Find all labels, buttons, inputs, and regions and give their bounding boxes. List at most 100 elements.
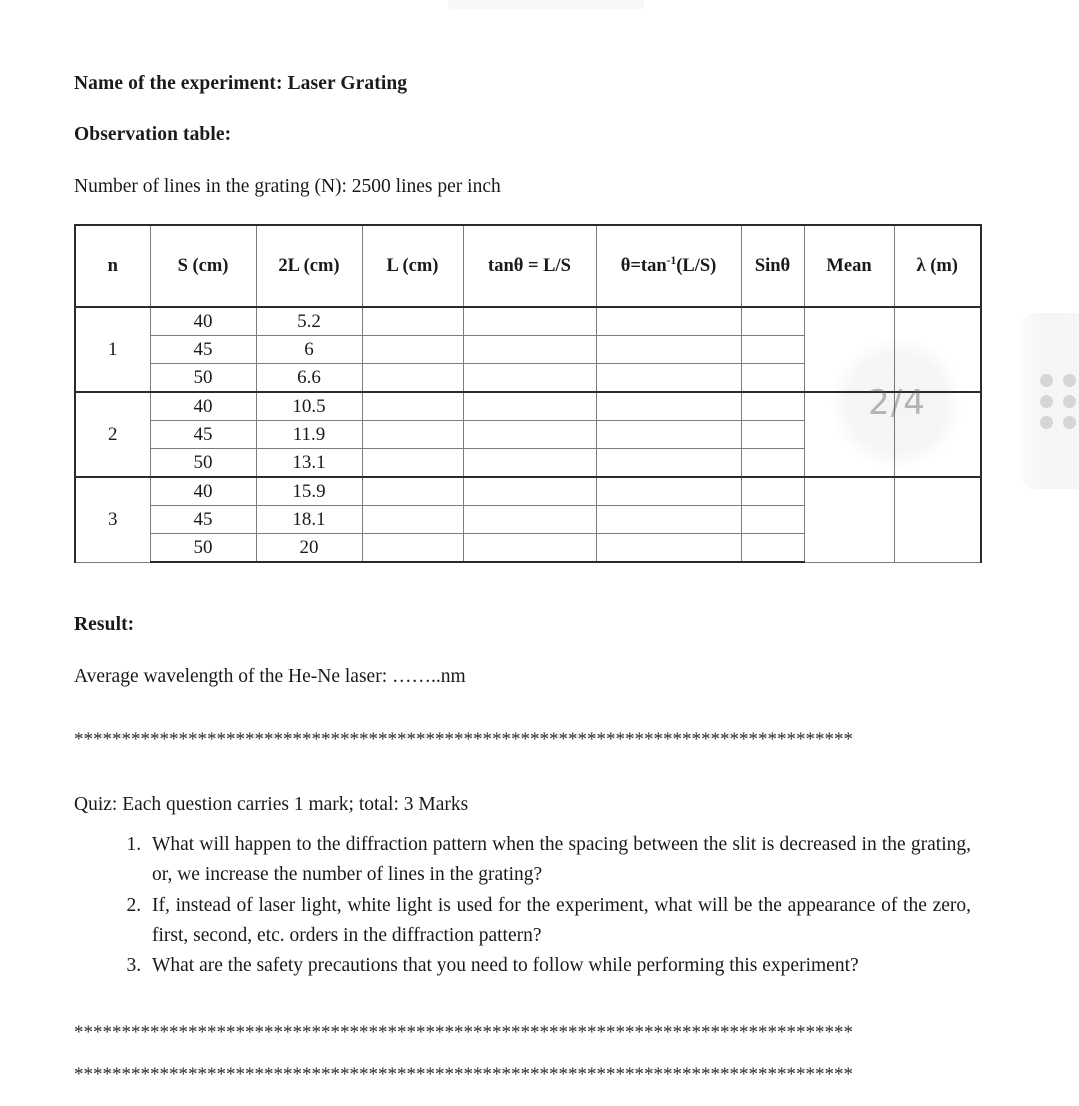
- cell-l: [361, 363, 464, 393]
- observation-table-container: n S (cm) 2L (cm) L (cm) tanθ = L/S θ=tan…: [74, 224, 982, 564]
- cell-tan-theta: [462, 476, 597, 507]
- cell-lambda: [893, 476, 982, 563]
- cell-tan-theta: [462, 505, 597, 535]
- col-header-mean: Mean: [803, 224, 895, 309]
- cell-l: [361, 306, 464, 337]
- cell-order-n: 1: [74, 306, 151, 393]
- cell-l: [361, 335, 464, 365]
- cell-sin-theta: [740, 420, 805, 450]
- top-edge-artifact: [448, 0, 644, 9]
- col-header-sin-theta: Sinθ: [740, 224, 805, 309]
- cell-s: 45: [149, 335, 257, 365]
- side-drag-handle[interactable]: [1020, 313, 1079, 489]
- quiz-question-item: What are the safety precautions that you…: [146, 951, 971, 981]
- observation-table-heading: Observation table:: [74, 124, 232, 146]
- drag-dot: [1062, 373, 1076, 387]
- drag-dots-icon[interactable]: [1039, 373, 1076, 429]
- cell-mean: [803, 306, 895, 393]
- cell-s: 50: [149, 448, 257, 478]
- experiment-title: Name of the experiment: Laser Grating: [74, 73, 408, 94]
- cell-2l: 18.1: [255, 505, 363, 535]
- cell-order-n: 2: [74, 391, 151, 478]
- separator-bottom-2: ****************************************…: [74, 1064, 853, 1086]
- col-header-l-cm: L (cm): [361, 224, 464, 309]
- observation-table: n S (cm) 2L (cm) L (cm) tanθ = L/S θ=tan…: [74, 224, 982, 564]
- drag-dot: [1062, 415, 1076, 429]
- cell-tan-theta: [462, 306, 597, 337]
- cell-2l: 20: [255, 533, 363, 564]
- cell-theta: [595, 420, 742, 450]
- drag-dot: [1039, 415, 1053, 429]
- cell-sin-theta: [740, 476, 805, 507]
- quiz-question-item: What will happen to the diffraction patt…: [146, 830, 971, 890]
- drag-dot: [1062, 394, 1076, 408]
- cell-2l: 11.9: [255, 420, 363, 450]
- cell-sin-theta: [740, 335, 805, 365]
- grating-lines-text: Number of lines in the grating (N): 2500…: [74, 175, 501, 197]
- drag-dot: [1039, 373, 1053, 387]
- cell-lambda: [893, 306, 982, 393]
- theta-formula-tail: (L/S): [676, 256, 717, 277]
- cell-theta: [595, 448, 742, 478]
- quiz-question-item: If, instead of laser light, white light …: [146, 891, 971, 951]
- cell-s: 50: [149, 363, 257, 393]
- cell-l: [361, 391, 464, 422]
- cell-sin-theta: [740, 448, 805, 478]
- cell-tan-theta: [462, 391, 597, 422]
- cell-l: [361, 420, 464, 450]
- table-header-row: n S (cm) 2L (cm) L (cm) tanθ = L/S θ=tan…: [74, 224, 982, 309]
- cell-theta: [595, 505, 742, 535]
- separator-top: ****************************************…: [74, 728, 853, 750]
- table-row: 3 40 15.9: [74, 476, 982, 563]
- document-body: Name of the experiment: Laser Grating Ob…: [74, 72, 982, 1106]
- col-header-theta: θ=tan-1(L/S): [595, 224, 742, 309]
- cell-theta: [595, 533, 742, 564]
- col-header-s-cm: S (cm): [149, 224, 257, 309]
- cell-s: 40: [149, 391, 257, 422]
- cell-2l: 6.6: [255, 363, 363, 393]
- cell-tan-theta: [462, 533, 597, 564]
- col-header-lambda: λ (m): [893, 224, 982, 309]
- cell-tan-theta: [462, 448, 597, 478]
- cell-l: [361, 448, 464, 478]
- cell-theta: [595, 391, 742, 422]
- cell-sin-theta: [740, 391, 805, 422]
- cell-theta: [595, 476, 742, 507]
- cell-s: 45: [149, 420, 257, 450]
- cell-sin-theta: [740, 306, 805, 337]
- cell-s: 40: [149, 476, 257, 507]
- cell-sin-theta: [740, 363, 805, 393]
- cell-2l: 10.5: [255, 391, 363, 422]
- cell-sin-theta: [740, 505, 805, 535]
- table-body: 1 40 5.2 45 6 50 6.6 2 40 10.5 45 11.9 50 13.1 3 40 15.9…: [74, 306, 982, 564]
- cell-theta: [595, 335, 742, 365]
- cell-mean: [803, 476, 895, 563]
- col-header-2l-cm: 2L (cm): [255, 224, 363, 309]
- cell-2l: 13.1: [255, 448, 363, 478]
- cell-s: 40: [149, 306, 257, 337]
- cell-2l: 5.2: [255, 306, 363, 337]
- cell-2l: 15.9: [255, 476, 363, 507]
- cell-l: [361, 505, 464, 535]
- separator-bottom-1: ****************************************…: [74, 1022, 853, 1044]
- cell-theta: [595, 306, 742, 337]
- quiz-intro: Quiz: Each question carries 1 mark; tota…: [74, 793, 469, 815]
- cell-2l: 6: [255, 335, 363, 365]
- result-heading: Result:: [74, 614, 135, 636]
- cell-l: [361, 533, 464, 564]
- cell-tan-theta: [462, 335, 597, 365]
- cell-tan-theta: [462, 420, 597, 450]
- col-header-n: n: [74, 224, 151, 309]
- document-page: Name of the experiment: Laser Grating Ob…: [0, 0, 1079, 1085]
- cell-order-n: 3: [74, 476, 151, 563]
- cell-s: 45: [149, 505, 257, 535]
- theta-formula-base: θ=tan: [620, 256, 667, 277]
- cell-s: 50: [149, 533, 257, 564]
